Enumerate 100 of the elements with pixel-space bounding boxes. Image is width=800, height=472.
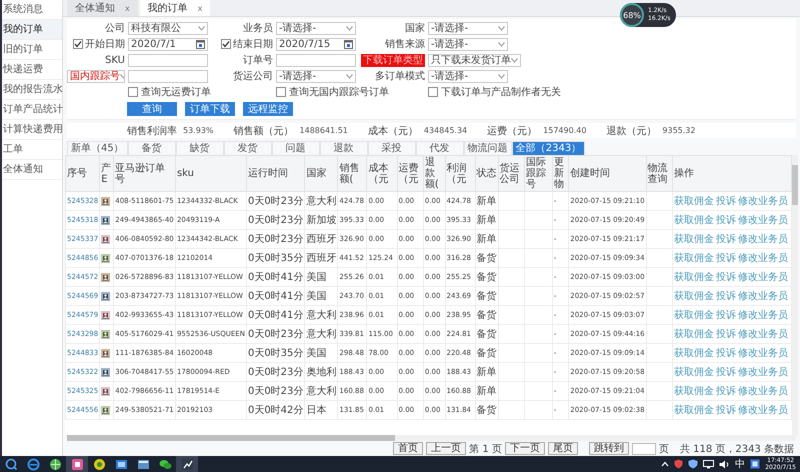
tab[interactable]: 全体通知 x (67, 0, 138, 16)
status-tab[interactable]: 物流问题 (464, 141, 512, 155)
status-tab[interactable]: 代发 (416, 141, 464, 155)
action-link[interactable]: 修改业务员 (738, 253, 788, 264)
input-method-indicator[interactable]: 中 (735, 457, 746, 471)
tab[interactable]: 我的订单 x (140, 0, 210, 16)
action-link[interactable]: 修改业务员 (738, 386, 788, 397)
action-link[interactable]: 修改业务员 (738, 329, 788, 340)
action-link[interactable]: 修改业务员 (738, 215, 788, 226)
action-link[interactable]: 投诉 (716, 272, 736, 283)
action-link[interactable]: 投诉 (716, 196, 736, 207)
dropdown[interactable]: 只下载未发货订单 (428, 54, 521, 66)
action-link[interactable]: 投诉 (716, 310, 736, 321)
taskbar-button[interactable] (66, 456, 88, 472)
taskbar-button[interactable] (176, 456, 198, 472)
action-link[interactable]: 投诉 (716, 367, 736, 378)
status-tab[interactable]: 问题 (272, 141, 320, 155)
action-link[interactable]: 修改业务员 (738, 234, 788, 245)
action-link[interactable]: 获取佣金 (674, 405, 714, 416)
close-button[interactable]: x (198, 4, 202, 12)
status-tab[interactable]: 全部（2343） (512, 141, 586, 155)
next-page-button[interactable]: 下一页 (504, 442, 545, 455)
action-link[interactable]: 修改业务员 (738, 310, 788, 321)
action-link[interactable]: 投诉 (716, 291, 736, 302)
action-link[interactable]: 投诉 (716, 386, 736, 397)
action-link[interactable]: 获取佣金 (674, 253, 714, 264)
action-button[interactable]: 订单下载 (185, 102, 235, 116)
date-field[interactable]: 2020/7/15 (276, 38, 356, 50)
sidebar-item[interactable]: 我的订单 (2, 20, 62, 40)
dropdown[interactable]: -请选择- (428, 22, 508, 34)
action-link[interactable]: 修改业务员 (738, 405, 788, 416)
sidebar-item[interactable]: 旧的订单 (2, 40, 62, 60)
first-page-button[interactable]: 首页 (393, 442, 424, 455)
action-link[interactable]: 修改业务员 (738, 272, 788, 283)
action-link[interactable]: 修改业务员 (738, 196, 788, 207)
sidebar-item[interactable]: 全体通知 (2, 160, 62, 180)
stat-label: 销售利润率 (127, 124, 177, 138)
date-field[interactable]: 2020/7/1 (128, 38, 208, 50)
sidebar-item[interactable]: 计算快递费用 (2, 120, 62, 140)
scrollbar[interactable] (792, 155, 798, 435)
page-input[interactable] (632, 442, 656, 454)
action-link[interactable]: 投诉 (716, 329, 736, 340)
input-field[interactable] (128, 54, 208, 66)
dropdown[interactable]: -请选择- (276, 22, 356, 34)
action-button[interactable]: 远程监控 (243, 102, 293, 116)
checkbox[interactable] (428, 87, 438, 97)
dropdown[interactable]: -请选择- (276, 70, 356, 82)
sidebar-item[interactable]: 快递运费 (2, 60, 62, 80)
close-button[interactable]: x (125, 4, 130, 12)
table-cell: 新单 (475, 362, 498, 382)
sidebar-item[interactable]: 订单产品统计 (2, 100, 62, 120)
last-page-button[interactable]: 尾页 (548, 442, 578, 455)
action-link[interactable]: 修改业务员 (738, 348, 788, 359)
checkbox[interactable] (276, 87, 286, 97)
dropdown[interactable]: 科技有限公 (128, 22, 208, 34)
scroll-thumb[interactable] (67, 435, 396, 441)
action-link[interactable]: 获取佣金 (674, 291, 714, 302)
action-button[interactable]: 查询 (127, 102, 177, 116)
dropdown[interactable]: -请选择- (428, 38, 508, 50)
action-link[interactable]: 获取佣金 (674, 196, 714, 207)
globe-icon (48, 458, 62, 470)
tab-label[interactable]: 我的订单 (148, 1, 188, 15)
action-link[interactable]: 获取佣金 (674, 348, 714, 359)
action-link[interactable]: 获取佣金 (674, 310, 714, 321)
input-field[interactable] (276, 54, 356, 66)
action-link[interactable]: 获取佣金 (674, 329, 714, 340)
action-link[interactable]: 投诉 (716, 405, 736, 416)
jump-button[interactable]: 跳转到 (588, 442, 629, 455)
checkbox[interactable] (221, 39, 231, 49)
status-tab[interactable]: 发货 (224, 141, 272, 155)
status-tab[interactable]: 退款 (320, 141, 368, 155)
checkbox[interactable] (128, 87, 138, 97)
sidebar-item[interactable]: 我的报告流水 (2, 80, 62, 100)
dropdown[interactable]: 国内跟踪号 (67, 70, 125, 82)
action-link[interactable]: 修改业务员 (738, 291, 788, 302)
action-link[interactable]: 投诉 (716, 234, 736, 245)
action-link[interactable]: 获取佣金 (674, 272, 714, 283)
scroll-thumb[interactable] (792, 165, 798, 205)
status-tab[interactable]: 采投 (368, 141, 416, 155)
dropdown[interactable]: -请选择- (428, 70, 508, 82)
status-tab[interactable]: 新单（45） (67, 141, 128, 155)
action-link[interactable]: 投诉 (716, 348, 736, 359)
status-tab[interactable]: 备货 (128, 141, 176, 155)
caret-icon (498, 26, 505, 30)
caret-icon (198, 26, 205, 30)
action-link[interactable]: 获取佣金 (674, 386, 714, 397)
previous-page-button[interactable]: 上一页 (426, 442, 466, 455)
scrollbar[interactable] (67, 435, 796, 441)
action-link[interactable]: 投诉 (716, 215, 736, 226)
action-link[interactable]: 获取佣金 (674, 234, 714, 245)
status-tab[interactable]: 缺货 (176, 141, 224, 155)
input-field[interactable] (128, 70, 208, 82)
action-link[interactable]: 获取佣金 (674, 215, 714, 226)
tab-label[interactable]: 全体通知 (75, 1, 115, 15)
sidebar-item[interactable]: 工单 (2, 140, 62, 160)
checkbox[interactable] (73, 39, 83, 49)
action-link[interactable]: 投诉 (716, 253, 736, 264)
action-link[interactable]: 修改业务员 (738, 367, 788, 378)
action-link[interactable]: 获取佣金 (674, 367, 714, 378)
square-app-icon (70, 458, 84, 470)
